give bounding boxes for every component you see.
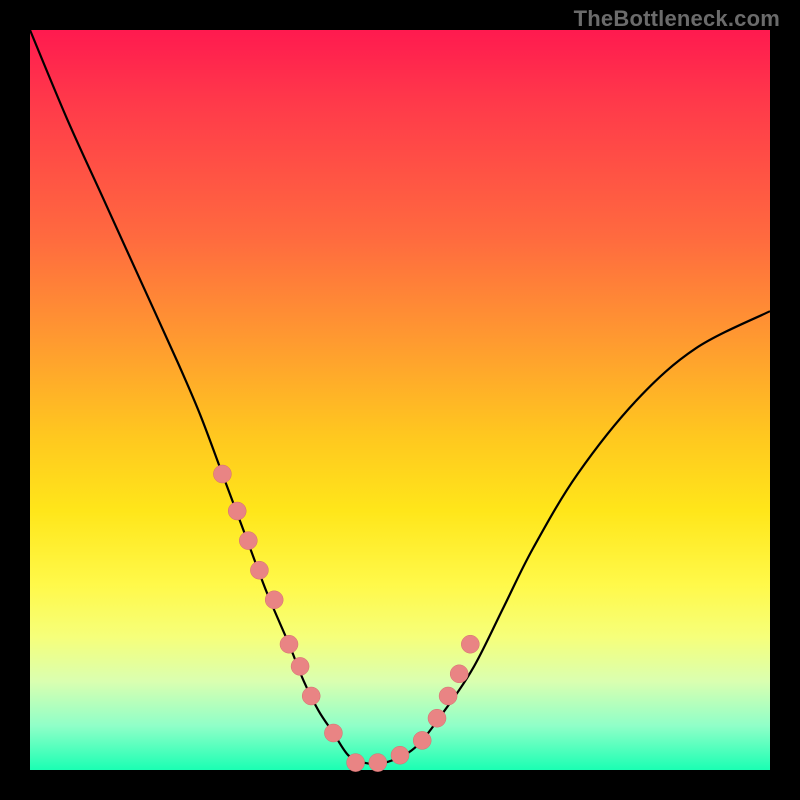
bottleneck-curve <box>30 30 770 764</box>
chart-frame: TheBottleneck.com <box>0 0 800 800</box>
bead <box>239 532 257 550</box>
bead <box>347 754 365 772</box>
bead <box>391 746 409 764</box>
bead <box>450 665 468 683</box>
bead <box>302 687 320 705</box>
bead <box>439 687 457 705</box>
plot-area <box>30 30 770 770</box>
bead <box>228 502 246 520</box>
bead <box>280 635 298 653</box>
bead <box>250 561 268 579</box>
bead <box>265 591 283 609</box>
bead <box>461 635 479 653</box>
bead <box>428 709 446 727</box>
watermark-text: TheBottleneck.com <box>574 6 780 32</box>
highlight-beads <box>213 465 479 772</box>
bead <box>369 754 387 772</box>
bead <box>291 657 309 675</box>
bead <box>324 724 342 742</box>
bead <box>413 731 431 749</box>
bead <box>213 465 231 483</box>
curve-svg <box>30 30 770 770</box>
